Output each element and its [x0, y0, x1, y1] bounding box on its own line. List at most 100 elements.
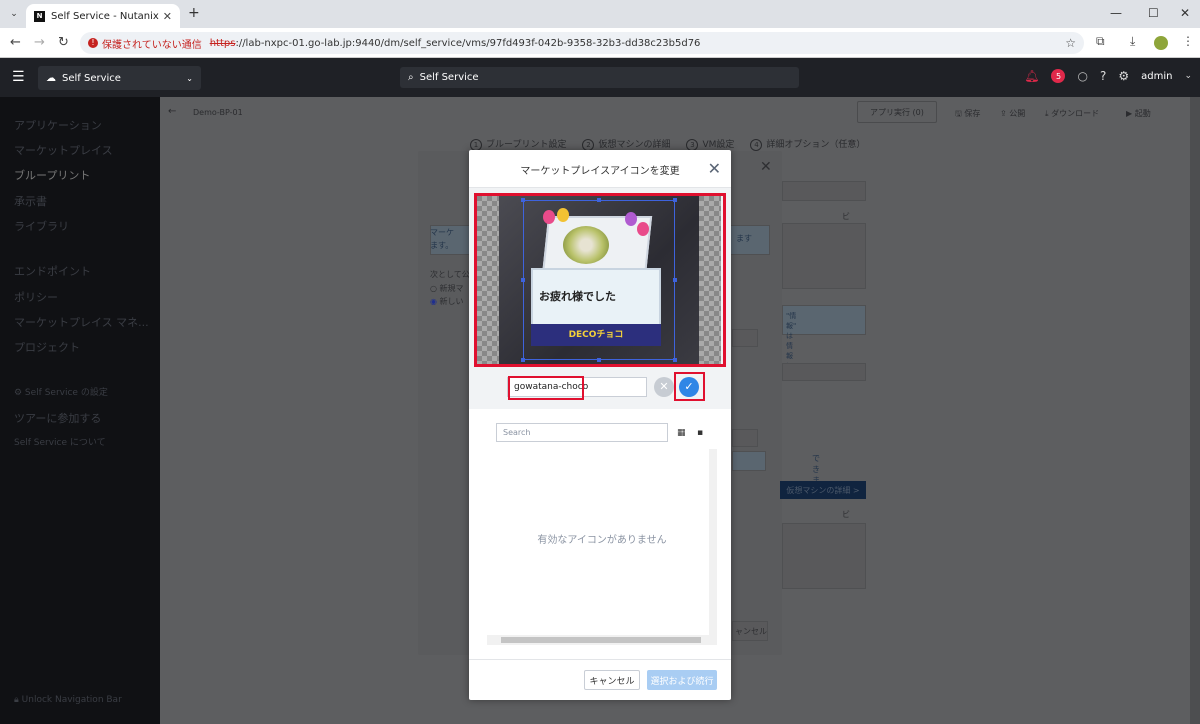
bg-radio-2[interactable]: ◉ 新しい	[430, 296, 464, 307]
icon-browser: Search ▦ ▪︎ 有効なアイコンがありません	[469, 409, 731, 659]
list-horizontal-scrollbar[interactable]	[487, 635, 717, 645]
bg-cancel-button[interactable]: ャンセル	[732, 621, 768, 641]
url-field[interactable]: ! 保護されていない通信 https ://lab-nxpc-01.go-lab.…	[80, 32, 1084, 54]
browser-menu-icon[interactable]: ⋮	[1182, 34, 1194, 48]
launch-count-button[interactable]: アプリ実行 (0)	[857, 101, 937, 123]
warning-icon: !	[88, 38, 98, 48]
back-arrow-icon[interactable]: ←	[168, 106, 176, 117]
close-window-icon[interactable]: ✕	[1180, 6, 1190, 20]
address-bar: ← → ↻ ! 保護されていない通信 https ://lab-nxpc-01.g…	[0, 28, 1200, 58]
step-1[interactable]: 1 ブループリント設定	[470, 137, 566, 151]
bookmark-star-icon[interactable]: ☆	[1065, 36, 1076, 50]
maximize-icon[interactable]: ☐	[1148, 6, 1159, 20]
sidebar-item-marketplace-manager[interactable]: マーケットプレイス マネ...	[14, 314, 149, 330]
step-4[interactable]: 4 詳細オプション（任意）	[750, 137, 865, 151]
sidebar-item-marketplace[interactable]: マーケットプレイス	[14, 142, 113, 158]
sidebar-item-endpoints[interactable]: エンドポイント	[14, 263, 91, 279]
bg-question: 次として公	[430, 270, 470, 279]
sidebar-item-settings[interactable]: ⚙ Self Service の設定	[14, 385, 108, 398]
page-scrollbar[interactable]	[1190, 97, 1200, 724]
sidebar-item-library[interactable]: ライブラリ	[14, 218, 69, 234]
highlight-image-box	[474, 193, 726, 367]
unlock-navigation-bar[interactable]: 🔒︎ Unlock Navigation Bar	[14, 695, 122, 705]
url-scheme: https	[209, 37, 236, 49]
bg-close-icon[interactable]: ✕	[760, 159, 772, 175]
publish-button[interactable]: ⇪ 公開	[1000, 108, 1025, 119]
bg-select-2	[732, 429, 758, 447]
sidebar-item-blueprints[interactable]: ブループリント	[14, 167, 90, 183]
bg-field-1	[782, 181, 866, 201]
global-search[interactable]: ⌕ Self Service	[400, 67, 799, 88]
task-status-icon[interactable]: ○	[1077, 69, 1087, 83]
change-icon-dialog: マーケットプレイスアイコンを変更 ✕ お疲れ様でした DECOチョコ gowat…	[469, 150, 731, 700]
notification-badge[interactable]: 5	[1051, 69, 1066, 83]
sidebar-item-projects[interactable]: プロジェクト	[14, 339, 80, 355]
user-chevron-icon[interactable]: ⌄	[1184, 71, 1192, 81]
back-icon[interactable]: ←	[10, 35, 21, 50]
tab-search-icon[interactable]: ⌄	[6, 6, 22, 22]
bg-select-1	[732, 329, 758, 347]
bg-radio-1[interactable]: ○ 新規マ	[430, 283, 464, 294]
sidebar-item-about[interactable]: Self Service について	[14, 435, 106, 448]
browser-tab-bar: ⌄ N Self Service - Nutanix ✕ + — ☐ ✕	[0, 0, 1200, 28]
tab-title: Self Service - Nutanix	[51, 10, 159, 22]
app-header: ☰ ☁ Self Service ⌄ ⌕ Self Service 🔔︎ 5 ○…	[0, 58, 1200, 97]
chevron-down-icon: ⌄	[186, 73, 193, 83]
bg-info-line-1: マーケ	[430, 228, 454, 237]
new-tab-icon[interactable]: +	[188, 5, 200, 21]
icon-search-input[interactable]: Search	[496, 423, 668, 442]
step-3[interactable]: 3 VM設定	[686, 137, 734, 151]
sidebar-item-runbooks[interactable]: 承示書	[14, 193, 47, 209]
bg-next-button[interactable]: 仮想マシンの詳細 >	[780, 481, 866, 499]
browser-tab[interactable]: N Self Service - Nutanix ✕	[26, 4, 180, 28]
launch-button[interactable]: ▶ 起動	[1126, 108, 1151, 119]
dialog-header: マーケットプレイスアイコンを変更 ✕	[469, 150, 731, 188]
step-2[interactable]: 2 仮想マシンの詳細	[582, 137, 670, 151]
bell-icon[interactable]: 🔔︎	[1024, 69, 1039, 83]
page-toolbar: ← Demo-BP-01 アプリ実行 (0) 🖫 保存 ⇪ 公開 ⤓ ダウンロー…	[160, 97, 1190, 127]
scrollbar-thumb[interactable]	[501, 637, 701, 643]
list-view-icon[interactable]: ▦	[677, 428, 686, 438]
search-icon: ⌕	[408, 72, 414, 83]
list-vertical-scrollbar[interactable]	[709, 449, 717, 635]
icon-list: 有効なアイコンがありません	[487, 449, 717, 649]
app-selector-label: Self Service	[62, 72, 121, 84]
sidebar-item-applications[interactable]: アプリケーション	[14, 117, 102, 133]
bg-textarea-1	[782, 223, 866, 289]
security-indicator[interactable]: ! 保護されていない通信	[88, 36, 202, 51]
breadcrumb[interactable]: Demo-BP-01	[193, 108, 243, 117]
cloud-icon: ☁	[46, 72, 56, 84]
nutanix-favicon-icon: N	[34, 10, 45, 22]
discard-icon-button[interactable]: ✕	[654, 377, 674, 397]
select-and-continue-button[interactable]: 選択および続行	[647, 670, 717, 690]
close-tab-icon[interactable]: ✕	[163, 10, 172, 23]
url-path: ://lab-nxpc-01.go-lab.jp:9440/dm/self_se…	[235, 37, 701, 49]
sidebar-item-policies[interactable]: ポリシー	[14, 289, 58, 305]
sidebar: アプリケーション マーケットプレイス ブループリント 承示書 ライブラリ エンド…	[0, 97, 160, 724]
user-menu[interactable]: admin	[1141, 71, 1172, 82]
highlight-confirm-box	[674, 372, 705, 401]
bg-field-2	[782, 363, 866, 381]
hamburger-menu-icon[interactable]: ☰	[12, 69, 25, 85]
dialog-title: マーケットプレイスアイコンを変更	[520, 166, 680, 177]
forward-icon[interactable]: →	[34, 35, 45, 50]
profile-avatar[interactable]	[1154, 36, 1168, 50]
extensions-icon[interactable]: ⧉	[1096, 34, 1105, 49]
download-icon[interactable]: ⤓	[1130, 34, 1135, 49]
highlight-name-box	[508, 376, 584, 400]
wizard-steps: 1 ブループリント設定 2 仮想マシンの詳細 3 VM設定 4 詳細オプション（任意）	[470, 137, 865, 151]
grid-view-icon[interactable]: ▪︎	[697, 428, 703, 438]
help-icon[interactable]: ?	[1100, 69, 1106, 83]
bg-info-line-2: ます。	[430, 241, 454, 250]
cancel-button[interactable]: キャンセル	[584, 670, 640, 690]
download-button[interactable]: ⤓ ダウンロード	[1045, 108, 1099, 119]
gear-icon[interactable]: ⚙	[1118, 69, 1129, 83]
global-search-text: Self Service	[419, 72, 479, 83]
sidebar-item-tour[interactable]: ツアーに参加する	[14, 410, 101, 426]
save-button[interactable]: 🖫 保存	[955, 108, 980, 122]
close-icon[interactable]: ✕	[708, 159, 721, 178]
reload-icon[interactable]: ↻	[58, 35, 69, 50]
app-selector[interactable]: ☁ Self Service ⌄	[38, 66, 201, 90]
icon-name-bar: gowatana-choco ✕ ✓	[469, 371, 731, 409]
minimize-icon[interactable]: —	[1110, 6, 1122, 20]
